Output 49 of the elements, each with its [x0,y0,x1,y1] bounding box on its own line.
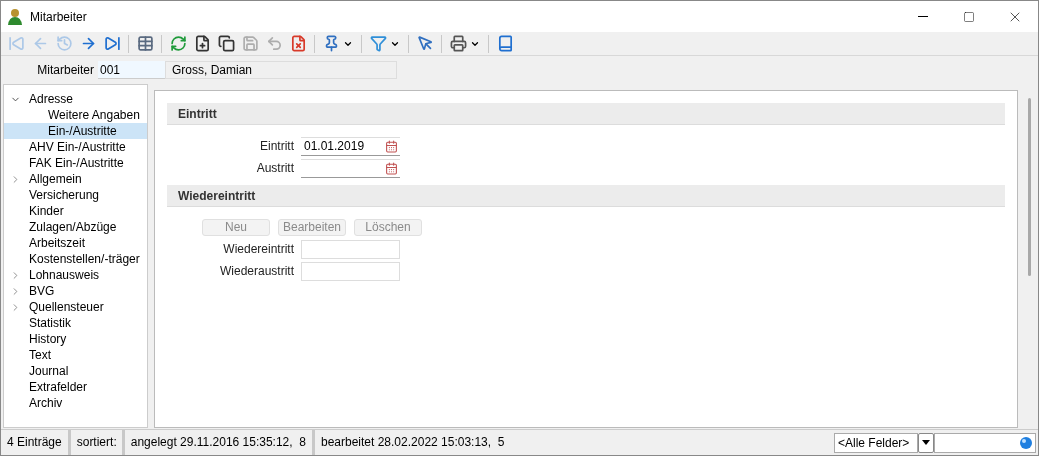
field-label: Wiedereintritt [222,241,295,258]
status-text: bearbeitet 28.02.2022 15:03:13, 5 [319,434,506,451]
tree-item[interactable]: Archiv [4,395,147,411]
tree-item[interactable]: Quellensteuer [4,299,147,315]
scrollbar-thumb[interactable] [1028,98,1031,276]
tree-item[interactable]: History [4,331,147,347]
tree-item[interactable]: Ein-/Austritte [4,123,147,139]
section-header: Eintritt [167,103,1005,125]
tree-item[interactable]: Extrafelder [4,379,147,395]
calendar-icon [385,139,398,153]
globe-icon [1019,435,1033,450]
caret-icon [922,440,930,445]
employee-number-field[interactable]: 001 [98,61,165,79]
tree-item[interactable]: Arbeitszeit [4,235,147,251]
input-field[interactable] [301,261,400,281]
tree-item[interactable]: BVG [4,283,147,299]
tree-item[interactable]: FAK Ein-/Austritte [4,155,147,171]
tree-item[interactable]: AHV Ein-/Austritte [4,139,147,155]
employee-name-field: Gross, Damian [165,61,397,79]
search-field[interactable] [934,432,1036,453]
calendar-icon [385,161,398,175]
status-text: 4 Einträge [1,430,71,455]
tree-item[interactable]: Allgemein [4,171,147,187]
status-text: sortiert: [70,430,125,455]
status-text: angelegt 29.11.2016 15:35:12, 8 [124,430,315,455]
section-header: Wiedereintritt [167,185,1005,207]
field-label: Austritt [255,160,295,177]
tree-item[interactable]: Versicherung [4,187,147,203]
dropdown-button[interactable] [918,432,934,453]
tree-item[interactable]: Kostenstellen/-träger [4,251,147,267]
tree-item[interactable]: Lohnausweis [4,267,147,283]
tree-item[interactable]: Adresse [4,91,147,107]
tree-item[interactable]: Statistik [4,315,147,331]
tree-item[interactable]: Journal [4,363,147,379]
person-icon [7,7,23,26]
field-label: Wiederaustritt [218,263,295,280]
input-field[interactable] [301,239,400,259]
field-label: Mitarbeiter [36,62,95,79]
field-label: Eintritt [259,138,295,155]
window-title: Mitarbeiter [30,8,87,26]
tree-item[interactable]: Text [4,347,147,363]
date-field[interactable]: 01.01.2019 [301,136,400,156]
maximize-icon [963,10,975,23]
field-dropdown[interactable]: <Alle Felder> [834,432,918,453]
minimize-icon [918,16,928,17]
tree-item[interactable]: Weitere Angaben [4,107,147,123]
date-field[interactable] [301,158,400,178]
tree-item[interactable]: Zulagen/Abzüge [4,219,147,235]
tree-item[interactable]: Kinder [4,203,147,219]
